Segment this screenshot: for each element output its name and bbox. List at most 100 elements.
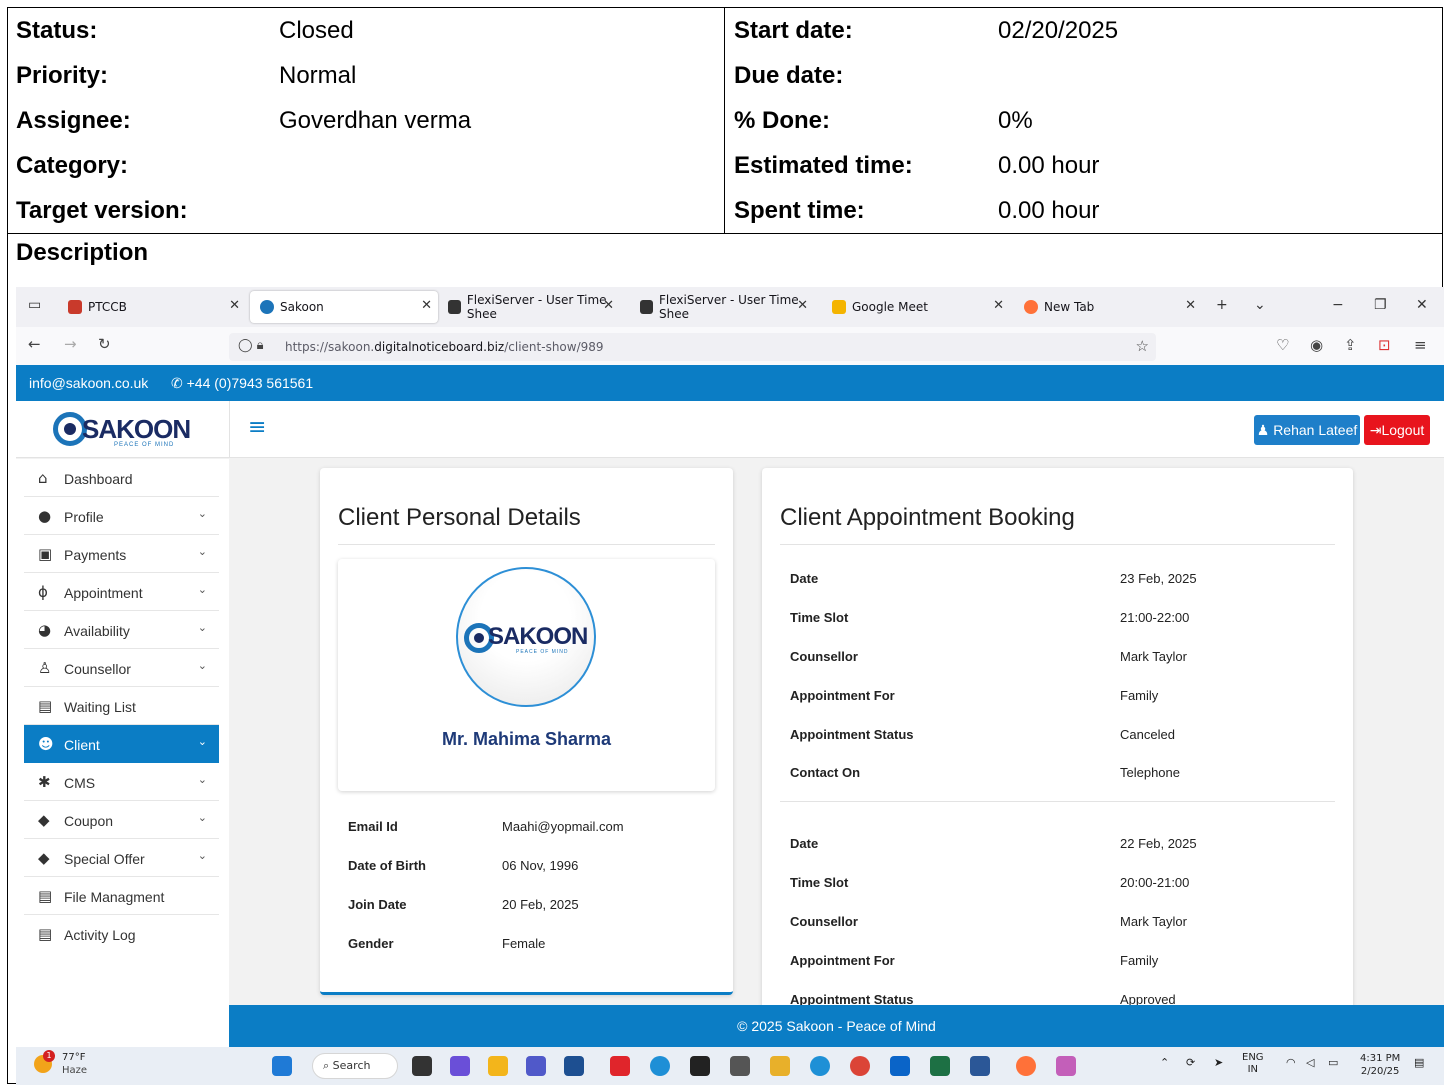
edge-icon[interactable] [650,1056,670,1076]
word-icon[interactable] [970,1056,990,1076]
browser-tab[interactable]: PTCCB ✕ [56,291,246,323]
avatar-logo-text: SAKOON [488,623,588,650]
field-label: Date of Birth [348,858,426,873]
window-close-icon[interactable]: ✕ [1416,297,1428,313]
chevron-down-icon[interactable]: ⌄ [1254,297,1266,313]
search-icon: ⌕ [323,1059,333,1072]
weather-temp: 77°F [62,1052,86,1063]
logout-button[interactable]: ⇥Logout [1364,415,1430,445]
browser-tab[interactable]: Google Meet ✕ [830,291,1010,323]
back-icon[interactable]: ← [28,335,41,353]
paint-icon[interactable] [770,1056,790,1076]
tab-list-icon[interactable]: ▭ [28,297,41,313]
notification-badge: 1 [43,1050,55,1062]
restore-icon[interactable]: ❐ [1374,297,1387,313]
screenshot-icon[interactable]: ⊡ [1378,336,1391,354]
sidebar-item-availability[interactable]: ◕ Availability ⌄ [24,611,219,649]
close-icon[interactable]: ✕ [1185,298,1196,313]
close-icon[interactable]: ✕ [229,298,240,313]
sidebar-item-cms[interactable]: ✱ CMS ⌄ [24,763,219,801]
sidebar-item-appointment[interactable]: ϕ Appointment ⌄ [24,573,219,611]
users-icon: ☻ [38,735,54,753]
reload-icon[interactable]: ↻ [98,335,111,353]
copilot-icon[interactable] [450,1056,470,1076]
show-hidden-icons-icon[interactable]: ⌃ [1160,1056,1169,1069]
sidebar-item-dashboard[interactable]: ⌂ Dashboard [24,459,219,497]
calculator-icon[interactable] [730,1056,750,1076]
hamburger-menu-icon[interactable]: ≡ [248,415,266,440]
store-icon[interactable] [564,1056,584,1076]
attr-value: Closed [279,17,354,44]
chevron-down-icon: ⌄ [197,659,207,672]
money-icon: ▣ [38,545,53,563]
user-button[interactable]: ♟ Rehan Lateef [1254,415,1360,445]
close-icon[interactable]: ✕ [993,298,1004,313]
bookmark-star-icon[interactable]: ☆ [1136,337,1149,355]
sidebar-item-coupon[interactable]: ◆ Coupon ⌄ [24,801,219,839]
attr-label: Category: [16,152,129,179]
sidebar-item-payments[interactable]: ▣ Payments ⌄ [24,535,219,573]
contact-phone[interactable]: ✆ +44 (0)7943 561561 [171,375,313,392]
sidebar-item-activity-log[interactable]: ▤ Activity Log [24,915,219,953]
field-value: Mark Taylor [1120,914,1187,929]
issue-attributes-left: Status: Closed Priority: Normal Assignee: G… [8,8,725,234]
gear-icon: ✱ [38,773,51,791]
tab-favicon-icon [260,300,274,314]
outlook-icon[interactable] [890,1056,910,1076]
field-value: 20 Feb, 2025 [502,897,579,912]
teams-icon[interactable] [526,1056,546,1076]
sidebar-item-file-managment[interactable]: ▤ File Managment [24,877,219,915]
forward-icon[interactable]: → [64,335,77,353]
address-bar[interactable]: ◯ 🔒︎ https://sakoon.digitalnoticeboard.b… [229,333,1156,361]
sidebar-item-label: Appointment [64,585,143,601]
location-icon[interactable]: ➤ [1214,1056,1223,1069]
share-icon[interactable]: ⇪ [1344,336,1357,354]
task-view-icon[interactable] [412,1056,432,1076]
language-indicator[interactable]: ENG IN [1242,1052,1264,1076]
new-tab-icon[interactable]: + [1216,297,1228,313]
wifi-icon[interactable]: ◠ [1286,1056,1296,1069]
close-icon[interactable]: ✕ [603,298,614,313]
snipping-tool-icon[interactable] [1056,1056,1076,1076]
battery-icon[interactable]: ▭ [1328,1056,1338,1069]
main-content: Client Personal Details SAKOON PEACE OF … [229,459,1444,1028]
browser-tab[interactable]: New Tab ✕ [1022,291,1202,323]
pocket-icon[interactable]: ♡ [1276,336,1289,354]
sidebar-item-label: Waiting List [64,699,136,715]
menu-icon[interactable]: ≡ [1414,336,1427,354]
sidebar-item-counsellor[interactable]: ♙ Counsellor ⌄ [24,649,219,687]
field-label: Counsellor [790,649,858,664]
sidebar-item-label: Special Offer [64,851,145,867]
close-icon[interactable]: ✕ [421,298,432,313]
windows-start-icon[interactable] [272,1056,292,1076]
sidebar-item-waiting-list[interactable]: ▤ Waiting List [24,687,219,725]
attr-label: Target version: [16,197,188,224]
close-icon[interactable]: ✕ [797,298,808,313]
sticky-notes-icon[interactable] [690,1056,710,1076]
browser-tab[interactable]: FlexiServer - User Time Shee ✕ [638,291,820,323]
sidebar-item-special-offer[interactable]: ◆ Special Offer ⌄ [24,839,219,877]
taskbar-search[interactable]: ⌕ Search [312,1053,398,1079]
sync-icon[interactable]: ⟳ [1186,1056,1195,1069]
field-value: 20:00-21:00 [1120,875,1190,890]
notifications-icon[interactable]: ▤ [1414,1056,1424,1069]
minimize-icon[interactable]: − [1332,297,1344,313]
browser-tab[interactable]: FlexiServer - User Time Shee ✕ [446,291,626,323]
opera-icon[interactable] [610,1056,630,1076]
sidebar-item-profile[interactable]: ● Profile ⌄ [24,497,219,535]
chevron-down-icon: ⌄ [197,507,207,520]
excel-icon[interactable] [930,1056,950,1076]
skype-icon[interactable] [810,1056,830,1076]
chrome-icon[interactable] [850,1056,870,1076]
account-icon[interactable]: ◉ [1310,336,1323,354]
firefox-icon[interactable] [1016,1056,1036,1076]
browser-tab-active[interactable]: Sakoon ✕ [250,291,438,323]
sidebar-item-client[interactable]: ☻ Client ⌄ [24,725,219,763]
sidebar-item-label: CMS [64,775,96,791]
taskbar-clock[interactable]: 4:31 PM 2/20/25 [1360,1052,1400,1078]
file-explorer-icon[interactable] [488,1056,508,1076]
volume-icon[interactable]: ◁ [1306,1056,1314,1069]
appointment-booking-card: Client Appointment Booking Date 23 Feb, … [762,468,1353,1028]
sakoon-logo[interactable]: SAKOON PEACE OF MIND [53,409,193,449]
contact-email[interactable]: info@sakoon.co.uk [29,375,148,391]
